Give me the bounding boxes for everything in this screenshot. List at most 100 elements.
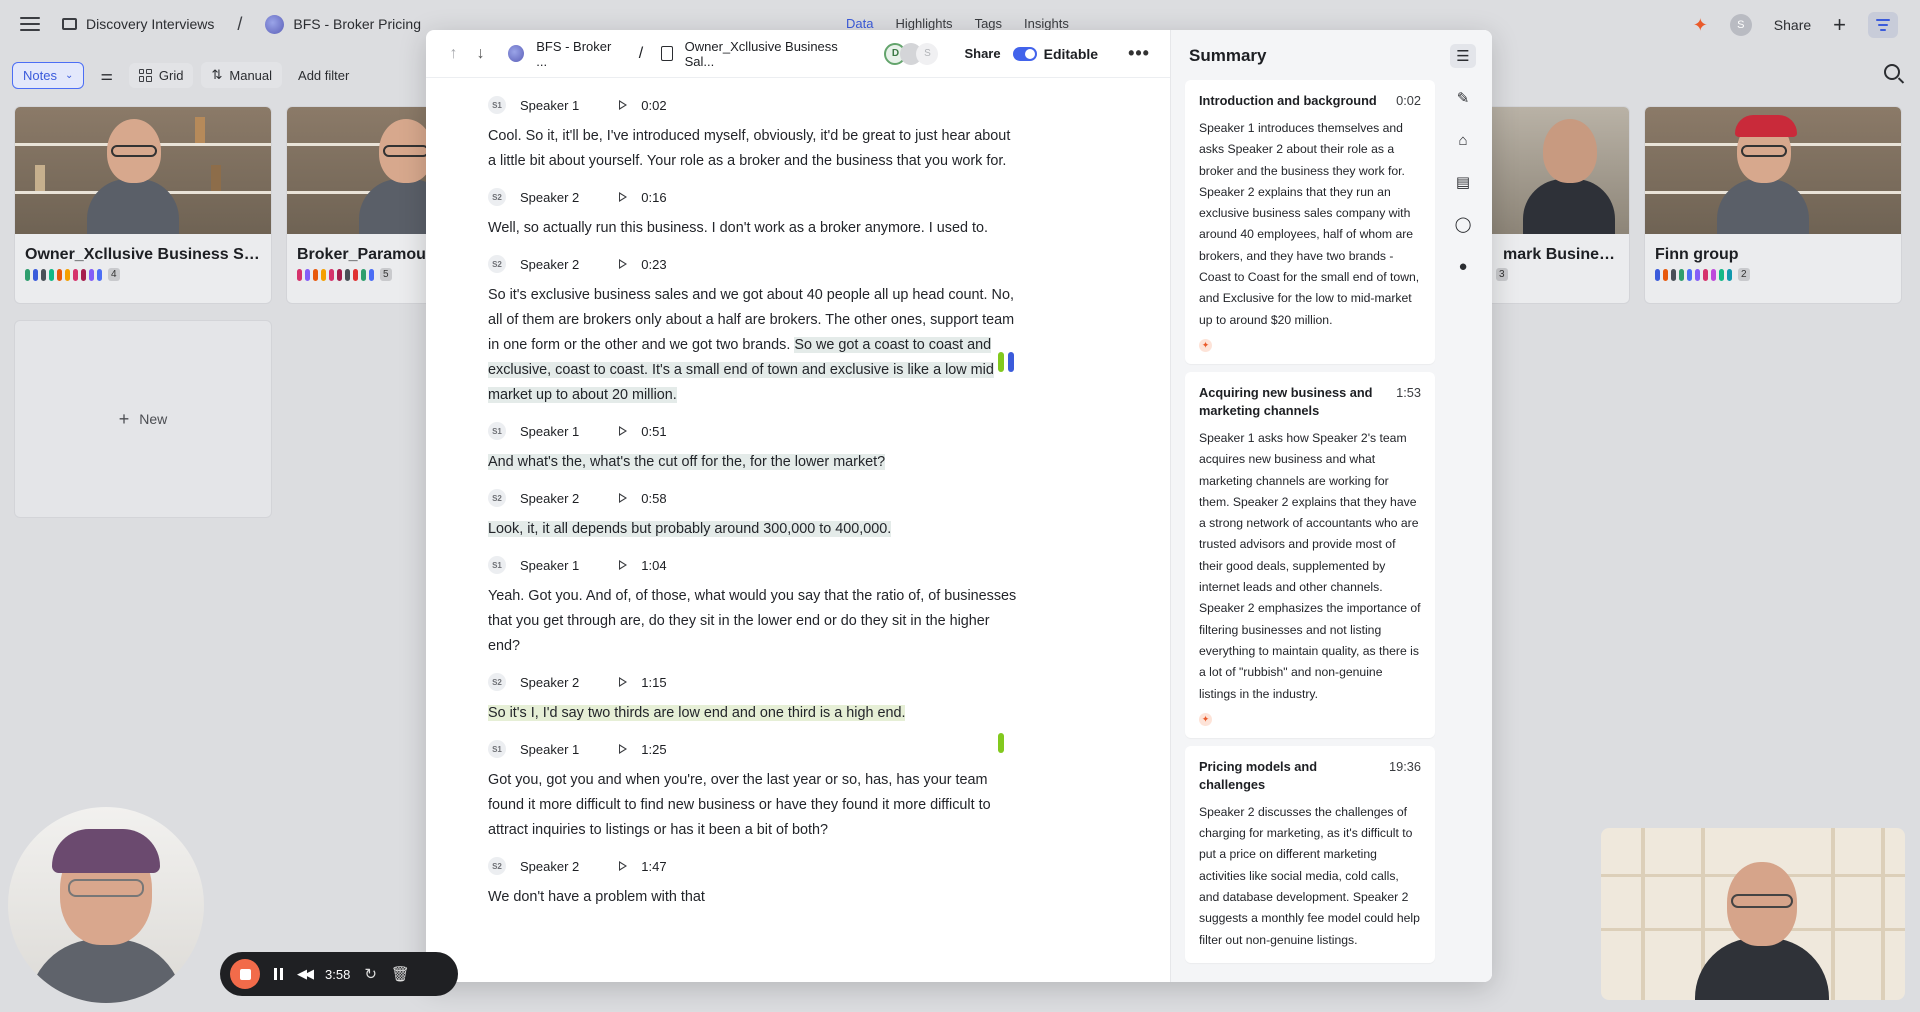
segment-time[interactable]: 0:58 <box>641 491 666 506</box>
avatar[interactable]: S <box>916 42 939 65</box>
grid-button[interactable]: Grid <box>128 62 194 88</box>
comment-icon[interactable]: ◯ <box>1450 212 1476 236</box>
play-icon[interactable] <box>619 493 628 503</box>
segment-time[interactable]: 0:02 <box>641 98 666 113</box>
summary-time[interactable]: 19:36 <box>1389 758 1421 794</box>
user-avatar[interactable]: S <box>1729 14 1752 36</box>
segment-time[interactable]: 1:04 <box>641 558 666 573</box>
modal-share-button[interactable]: Share <box>964 46 1000 61</box>
notes-dropdown[interactable]: Notes ⌄ <box>12 61 85 89</box>
segment-header: S2 Speaker 2 1:47 <box>488 855 1018 877</box>
tab-tags[interactable]: Tags <box>975 16 1002 31</box>
tab-insights[interactable]: Insights <box>1024 16 1069 31</box>
segment-time[interactable]: 0:51 <box>641 424 666 439</box>
highlight-marker[interactable] <box>998 733 1004 753</box>
segment-time[interactable]: 1:25 <box>641 742 666 757</box>
segment-text-part[interactable]: And what's the, what's the cut off for t… <box>488 454 886 470</box>
segment-text[interactable]: Yeah. Got you. And of, of those, what wo… <box>488 584 1018 659</box>
summary-card[interactable]: Pricing models and challenges 19:36 Spea… <box>1185 745 1435 963</box>
segment-text[interactable]: Look, it, it all depends but probably ar… <box>488 517 1018 542</box>
play-icon[interactable] <box>619 861 628 871</box>
segment-time[interactable]: 0:23 <box>641 257 666 272</box>
speaker-name[interactable]: Speaker 2 <box>520 675 579 690</box>
speaker-badge: S2 <box>488 255 506 273</box>
play-icon[interactable] <box>619 259 628 269</box>
pause-icon[interactable] <box>274 968 283 980</box>
segment-text[interactable]: Got you, got you and when you're, over t… <box>488 768 1018 843</box>
share-button[interactable]: Share <box>1774 17 1811 33</box>
play-icon[interactable] <box>619 426 628 436</box>
speaker-name[interactable]: Speaker 1 <box>520 424 579 439</box>
segment-time[interactable]: 1:47 <box>641 859 666 874</box>
segment-text-part[interactable]: We don't have a problem with that <box>488 889 705 905</box>
summary-heading: Introduction and background <box>1199 93 1377 108</box>
play-icon[interactable] <box>619 192 628 202</box>
play-icon[interactable] <box>619 100 628 110</box>
summary-time[interactable]: 0:02 <box>1396 92 1421 110</box>
speaker-name[interactable]: Speaker 2 <box>520 257 579 272</box>
segment-text-part[interactable]: Well, so actually run this business. I d… <box>488 220 988 236</box>
speaker-badge: S2 <box>488 489 506 507</box>
new-note-button[interactable]: + New <box>14 320 272 518</box>
play-icon[interactable] <box>619 744 628 754</box>
speaker-name[interactable]: Speaker 2 <box>520 190 579 205</box>
more-icon[interactable]: ••• <box>1128 43 1150 64</box>
breadcrumb-folder[interactable]: Discovery Interviews <box>86 16 214 32</box>
summary-card[interactable]: Acquiring new business and marketing cha… <box>1185 371 1435 738</box>
fields-icon[interactable]: ▤ <box>1450 170 1476 194</box>
filter-icon[interactable] <box>1868 12 1898 38</box>
sparkle-icon[interactable]: ✦ <box>1693 15 1708 36</box>
play-icon[interactable] <box>619 560 628 570</box>
breadcrumb-project[interactable]: BFS - Broker Pricing <box>293 16 421 32</box>
segment-time[interactable]: 0:16 <box>641 190 666 205</box>
segment-text[interactable]: And what's the, what's the cut off for t… <box>488 450 1018 475</box>
editable-toggle[interactable]: Editable <box>1012 46 1098 62</box>
summary-card[interactable]: Introduction and background 0:02 Speaker… <box>1185 80 1435 364</box>
toggle-switch[interactable] <box>1012 46 1037 61</box>
rewind-icon[interactable]: ◀◀ <box>297 966 314 982</box>
segment-time[interactable]: 1:15 <box>641 675 666 690</box>
stop-recording-button[interactable] <box>230 959 260 989</box>
speaker-name[interactable]: Speaker 2 <box>520 859 579 874</box>
segment-text[interactable]: So it's I, I'd say two thirds are low en… <box>488 701 1018 726</box>
modal-project[interactable]: BFS - Broker ... <box>536 39 621 69</box>
segment-text[interactable]: Cool. So it, it'll be, I've introduced m… <box>488 124 1018 174</box>
restart-icon[interactable]: ↻ <box>364 965 377 983</box>
webcam-bubble[interactable] <box>8 807 204 1003</box>
segment-text[interactable]: Well, so actually run this business. I d… <box>488 216 1018 241</box>
arrow-down-icon[interactable]: ↓ <box>473 45 488 63</box>
speaker-name[interactable]: Speaker 2 <box>520 491 579 506</box>
tab-data[interactable]: Data <box>846 16 873 31</box>
modal-doc-title[interactable]: Owner_Xcllusive Business Sal... <box>685 39 861 69</box>
highlight-pen-icon[interactable]: ✎ <box>1450 86 1476 110</box>
note-card[interactable]: Owner_Xcllusive Business Sal... 4 <box>14 106 272 304</box>
sliders-icon[interactable]: ⚌ <box>92 62 121 89</box>
tab-highlights[interactable]: Highlights <box>895 16 952 31</box>
highlight-marker[interactable] <box>1008 352 1014 372</box>
note-card[interactable]: Finn group 2 <box>1644 106 1902 304</box>
summary-list-icon[interactable]: ☰ <box>1450 44 1476 68</box>
speaker-name[interactable]: Speaker 1 <box>520 98 579 113</box>
segment-text[interactable]: So it's exclusive business sales and we … <box>488 283 1018 408</box>
segment-text-part[interactable]: Cool. So it, it'll be, I've introduced m… <box>488 128 1010 169</box>
search-icon[interactable] <box>1884 64 1900 80</box>
segment-text-part[interactable]: Yeah. Got you. And of, of those, what wo… <box>488 588 1016 654</box>
segment-text-part[interactable]: So it's I, I'd say two thirds are low en… <box>488 705 906 721</box>
play-icon[interactable] <box>619 677 628 687</box>
plus-icon[interactable]: + <box>1833 14 1846 36</box>
highlight-marker[interactable] <box>998 352 1004 372</box>
arrow-up-icon[interactable]: ↑ <box>446 45 461 63</box>
person-icon[interactable]: ● <box>1450 254 1476 278</box>
menu-icon[interactable] <box>20 17 40 31</box>
add-filter-button[interactable]: Add filter <box>290 63 357 88</box>
sort-button[interactable]: ⇅ Manual <box>201 62 283 88</box>
segment-text-part[interactable]: Got you, got you and when you're, over t… <box>488 772 991 838</box>
speaker-name[interactable]: Speaker 1 <box>520 558 579 573</box>
segment-text-part[interactable]: Look, it, it all depends but probably ar… <box>488 521 892 537</box>
segment-text[interactable]: We don't have a problem with that <box>488 885 1018 910</box>
summary-time[interactable]: 1:53 <box>1396 384 1421 420</box>
trash-icon[interactable]: 🗑 <box>391 965 410 983</box>
tag-icon[interactable]: ⌂ <box>1450 128 1476 152</box>
speaker-name[interactable]: Speaker 1 <box>520 742 579 757</box>
video-preview[interactable] <box>1601 828 1905 1000</box>
